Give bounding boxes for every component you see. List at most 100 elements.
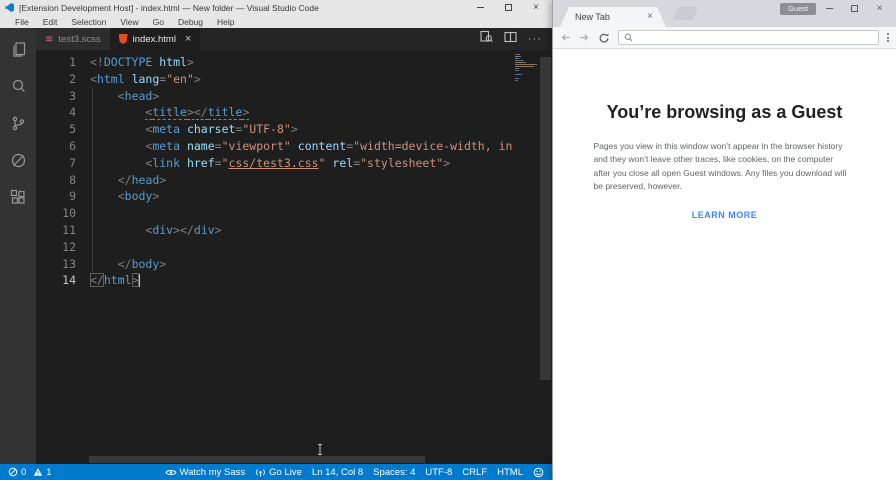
browser-menu-icon[interactable] (887, 33, 889, 42)
status-warnings[interactable]: 1 (33, 467, 52, 478)
reload-button[interactable] (598, 32, 610, 44)
code-line[interactable]: 9 <body> (36, 188, 552, 205)
minimize-button[interactable] (466, 0, 494, 15)
vertical-scrollbar[interactable] (540, 57, 551, 380)
close-tab-icon[interactable]: × (185, 33, 191, 45)
code-line[interactable]: 6 <meta name="viewport" content="width=d… (36, 138, 552, 155)
tab-index-html[interactable]: index.html × (109, 28, 201, 50)
browser-tab-new-tab[interactable]: New Tab × (560, 7, 666, 27)
menu-file[interactable]: File (8, 17, 36, 27)
status-go-live[interactable]: Go Live (255, 467, 302, 478)
desktop: [Extension Development Host] - index.htm… (0, 0, 896, 480)
maximize-button[interactable] (842, 0, 867, 16)
tab-test3-scss[interactable]: ≋ test3.scss (36, 28, 110, 50)
horizontal-scrollbar[interactable] (89, 456, 425, 463)
learn-more-link[interactable]: LEARN MORE (553, 210, 896, 220)
line-number: 8 (69, 172, 76, 187)
code-line[interactable]: 3 <head> (36, 88, 552, 105)
browser-tab-strip: New Tab × Guest × (553, 0, 896, 27)
menu-selection[interactable]: Selection (64, 17, 113, 27)
code-line[interactable]: 1 <!DOCTYPE html> (36, 54, 552, 71)
status-watch-sass[interactable]: Watch my Sass (164, 467, 245, 478)
explorer-icon[interactable] (9, 40, 27, 58)
menu-go[interactable]: Go (146, 17, 171, 27)
code-line[interactable]: 14 </html> (36, 272, 552, 289)
code-line[interactable]: 7 <link href="css/test3.css" rel="styles… (36, 155, 552, 172)
status-cursor-position[interactable]: Ln 14, Col 8 (312, 467, 363, 478)
problems-group[interactable]: 0 1 (8, 467, 52, 478)
status-language-mode[interactable]: HTML (497, 467, 523, 478)
tab-close-icon[interactable]: × (647, 11, 653, 22)
split-editor-icon[interactable] (504, 30, 517, 48)
error-icon (8, 467, 18, 477)
code-line[interactable]: 5 <meta charset="UTF-8"> (36, 121, 552, 138)
close-button[interactable]: × (522, 0, 550, 15)
line-number: 14 (62, 273, 76, 288)
text-cursor (138, 274, 140, 288)
menu-edit[interactable]: Edit (36, 17, 65, 27)
new-tab-button[interactable] (673, 7, 698, 20)
tab-label: index.html (132, 33, 176, 45)
browser-content: You’re browsing as a Guest Pages you vie… (553, 50, 896, 480)
guest-description-line: Pages you view in this window won’t appe… (593, 141, 843, 151)
status-bar: 0 1 Watch my Sass Go Live Ln 14, Col 8 S… (0, 464, 552, 480)
guest-description-line: be preserved, however. (593, 180, 682, 191)
minimize-button[interactable] (817, 0, 842, 16)
code-line[interactable]: 4 <title></title> (36, 104, 552, 121)
forward-button[interactable] (579, 32, 590, 43)
line-number: 1 (69, 55, 76, 69)
menu-debug[interactable]: Debug (171, 17, 210, 27)
browser-window-controls: × (817, 0, 892, 16)
browser-tab-title: New Tab (575, 12, 610, 22)
profile-badge[interactable]: Guest (779, 3, 816, 15)
line-number: 2 (69, 71, 76, 86)
status-encoding[interactable]: UTF-8 (425, 467, 452, 478)
editor-area: ≋ test3.scss index.html × ··· 1 <!DOCTYP… (36, 28, 552, 464)
search-icon[interactable] (9, 77, 27, 95)
menu-help[interactable]: Help (210, 17, 241, 27)
minimize-icon (826, 7, 833, 9)
vscode-window-controls: × (466, 0, 550, 15)
code-line[interactable]: 8 </head> (36, 172, 552, 189)
window-title: [Extension Development Host] - index.htm… (19, 2, 319, 13)
status-errors[interactable]: 0 (8, 467, 26, 478)
code-editor[interactable]: 1 <!DOCTYPE html> 2 <html lang="en"> 3 <head… (36, 50, 552, 464)
guest-description-line: and they won’t leave other traces, like … (593, 154, 834, 165)
more-actions-icon[interactable]: ··· (528, 33, 542, 45)
code-line[interactable]: 11 <div></div> (36, 222, 552, 239)
sass-icon: ≋ (45, 33, 54, 45)
guest-heading: You’re browsing as a Guest (606, 102, 843, 122)
code-line[interactable]: 12 (36, 239, 552, 256)
close-button[interactable]: × (867, 0, 892, 16)
editor-actions: ··· (480, 28, 552, 50)
broadcast-icon (256, 469, 266, 477)
menu-view[interactable]: View (113, 17, 145, 27)
line-number: 13 (62, 256, 76, 271)
vscode-window: [Extension Development Host] - index.htm… (0, 0, 552, 480)
source-control-icon[interactable] (9, 114, 27, 132)
back-button[interactable] (560, 32, 571, 43)
search-icon (624, 33, 633, 42)
extensions-icon[interactable] (9, 188, 27, 206)
browser-toolbar (553, 27, 896, 49)
line-number: 4 (69, 105, 76, 120)
address-input[interactable] (637, 32, 873, 43)
activity-bar (0, 28, 36, 464)
line-number: 7 (69, 155, 76, 170)
code-line[interactable]: 2 <html lang="en"> (36, 71, 552, 88)
line-number: 9 (69, 189, 76, 204)
feedback-smiley-icon[interactable] (533, 467, 544, 478)
debug-icon[interactable] (9, 151, 27, 169)
code-line[interactable]: 10 (36, 205, 552, 222)
maximize-button[interactable] (494, 0, 522, 15)
warning-icon (34, 468, 43, 476)
address-bar[interactable] (618, 30, 879, 45)
minimap[interactable] (515, 54, 539, 82)
code-line[interactable]: 13 </body> (36, 256, 552, 273)
status-eol[interactable]: CRLF (462, 467, 487, 478)
minimize-icon (476, 7, 484, 8)
status-indentation[interactable]: Spaces: 4 (373, 467, 415, 478)
line-number: 10 (62, 206, 76, 221)
line-number: 5 (69, 122, 76, 137)
open-preview-icon[interactable] (480, 30, 493, 48)
